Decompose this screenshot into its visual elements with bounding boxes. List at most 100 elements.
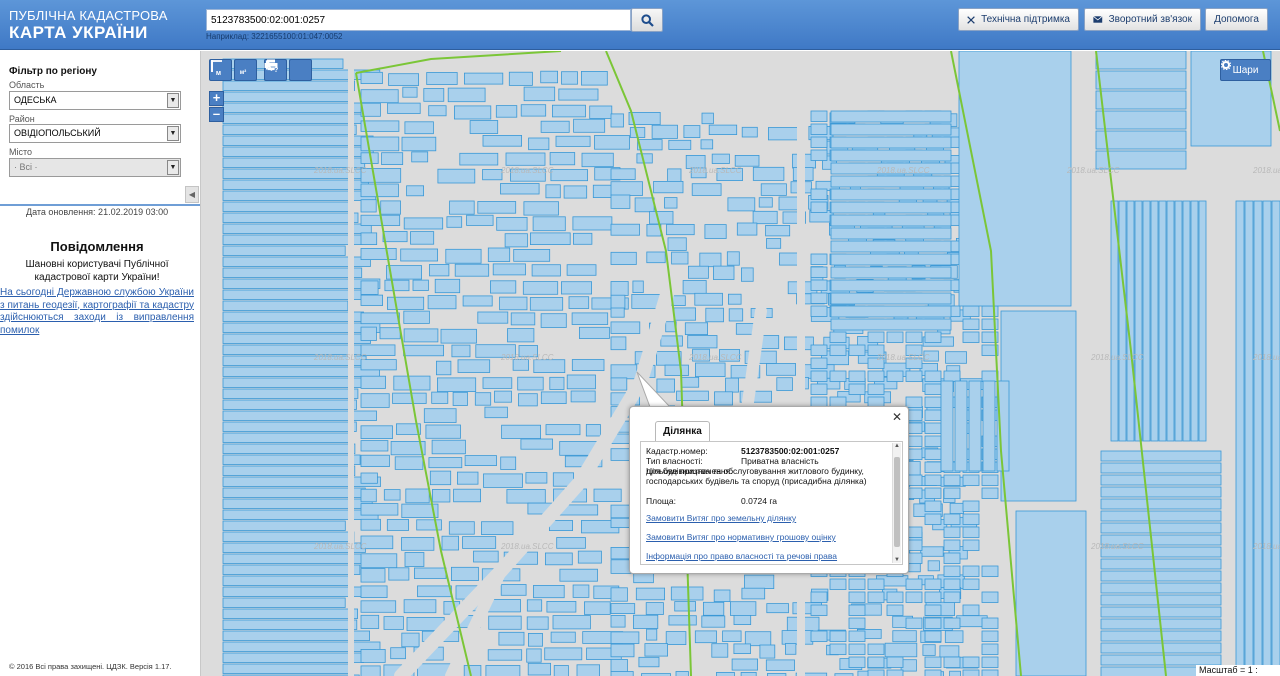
- land-parcel[interactable]: [222, 531, 355, 542]
- land-parcel[interactable]: [222, 652, 365, 663]
- land-parcel[interactable]: [981, 565, 999, 577]
- land-parcel[interactable]: [1118, 200, 1127, 442]
- land-parcel[interactable]: [725, 377, 739, 393]
- land-parcel-large[interactable]: [1015, 510, 1087, 676]
- land-parcel[interactable]: [360, 585, 388, 599]
- layers-button[interactable]: Шари: [1220, 59, 1271, 81]
- land-parcel[interactable]: [222, 421, 357, 432]
- land-parcel[interactable]: [981, 669, 999, 676]
- land-parcel[interactable]: [222, 663, 350, 674]
- land-parcel[interactable]: [416, 519, 442, 531]
- feedback-button[interactable]: Зворотний зв'язок: [1084, 8, 1201, 31]
- land-parcel[interactable]: [867, 669, 885, 676]
- land-parcel[interactable]: [507, 328, 535, 343]
- land-parcel[interactable]: [949, 670, 961, 676]
- land-parcel[interactable]: [776, 377, 793, 391]
- land-parcel[interactable]: [848, 630, 866, 642]
- land-parcel[interactable]: [222, 91, 352, 102]
- land-parcel[interactable]: [222, 454, 361, 465]
- land-parcel[interactable]: [540, 313, 567, 328]
- land-parcel[interactable]: [551, 104, 586, 118]
- land-parcel[interactable]: [736, 222, 758, 236]
- land-parcel[interactable]: [222, 597, 346, 608]
- land-parcel[interactable]: [848, 383, 866, 395]
- close-icon[interactable]: ✕: [892, 410, 902, 424]
- land-parcel[interactable]: [429, 470, 452, 486]
- land-parcel[interactable]: [671, 251, 689, 265]
- land-parcel[interactable]: [462, 536, 497, 549]
- land-parcel[interactable]: [924, 383, 942, 395]
- land-parcel[interactable]: [962, 500, 980, 512]
- collapse-sidebar-button[interactable]: ◀: [185, 186, 199, 203]
- map-canvas[interactable]: [201, 51, 1280, 676]
- land-parcel[interactable]: [892, 630, 917, 643]
- land-parcel[interactable]: [962, 305, 980, 317]
- land-parcel[interactable]: [482, 377, 513, 389]
- land-parcel[interactable]: [360, 649, 386, 663]
- land-parcel[interactable]: [646, 251, 666, 264]
- land-parcel[interactable]: [553, 665, 569, 676]
- land-parcel[interactable]: [694, 362, 726, 378]
- land-parcel[interactable]: [702, 601, 725, 616]
- land-parcel[interactable]: [1100, 594, 1222, 606]
- land-parcel[interactable]: [445, 248, 482, 264]
- land-parcel[interactable]: [487, 649, 523, 661]
- land-parcel[interactable]: [810, 383, 828, 395]
- land-parcel[interactable]: [924, 422, 942, 434]
- land-parcel[interactable]: [954, 380, 968, 472]
- land-parcel[interactable]: [550, 169, 588, 182]
- land-parcel[interactable]: [610, 321, 641, 334]
- land-parcel[interactable]: [683, 125, 701, 138]
- land-parcel[interactable]: [905, 591, 923, 603]
- land-parcel[interactable]: [848, 344, 866, 356]
- land-parcel[interactable]: [532, 216, 566, 232]
- land-parcel[interactable]: [943, 617, 961, 629]
- land-parcel[interactable]: [968, 380, 982, 472]
- land-parcel[interactable]: [722, 630, 742, 643]
- land-parcel[interactable]: [550, 631, 576, 643]
- land-parcel[interactable]: [701, 112, 714, 125]
- land-parcel[interactable]: [1100, 486, 1222, 498]
- land-parcel[interactable]: [222, 619, 358, 630]
- land-parcel[interactable]: [1190, 200, 1199, 442]
- land-parcel[interactable]: [667, 237, 687, 251]
- land-parcel[interactable]: [580, 70, 608, 86]
- land-parcel[interactable]: [360, 312, 400, 325]
- land-parcel[interactable]: [573, 118, 606, 133]
- land-parcel[interactable]: [884, 642, 918, 658]
- land-parcel[interactable]: [700, 139, 714, 150]
- land-parcel[interactable]: [1100, 642, 1222, 654]
- land-parcel[interactable]: [440, 328, 477, 344]
- land-parcel[interactable]: [1158, 200, 1167, 442]
- land-parcel[interactable]: [752, 166, 785, 181]
- land-parcel[interactable]: [943, 487, 961, 499]
- land-parcel[interactable]: [520, 438, 553, 450]
- land-parcel[interactable]: [222, 212, 359, 223]
- land-parcel[interactable]: [886, 331, 904, 343]
- land-parcel[interactable]: [785, 643, 797, 655]
- tech-support-button[interactable]: Технічна підтримка: [958, 8, 1079, 31]
- land-parcel[interactable]: [810, 305, 828, 317]
- land-parcel[interactable]: [463, 72, 504, 85]
- land-parcel[interactable]: [943, 513, 961, 525]
- land-parcel[interactable]: [922, 644, 936, 656]
- land-parcel[interactable]: [962, 539, 980, 551]
- land-parcel[interactable]: [708, 124, 738, 135]
- land-parcel[interactable]: [459, 152, 499, 166]
- land-parcel[interactable]: [713, 589, 731, 603]
- land-parcel[interactable]: [428, 457, 463, 469]
- land-parcel[interactable]: [924, 474, 942, 486]
- land-parcel[interactable]: [387, 102, 421, 114]
- land-parcel[interactable]: [943, 474, 961, 486]
- land-parcel[interactable]: [566, 264, 597, 276]
- land-parcel[interactable]: [222, 179, 369, 190]
- land-parcel[interactable]: [1262, 200, 1272, 672]
- land-parcel[interactable]: [222, 520, 346, 531]
- land-parcel[interactable]: [1253, 200, 1263, 672]
- land-parcel[interactable]: [529, 297, 564, 311]
- land-parcel[interactable]: [981, 643, 999, 655]
- land-parcel[interactable]: [848, 370, 866, 382]
- land-parcel[interactable]: [526, 599, 543, 612]
- land-parcel[interactable]: [360, 375, 386, 389]
- land-parcel[interactable]: [570, 390, 596, 403]
